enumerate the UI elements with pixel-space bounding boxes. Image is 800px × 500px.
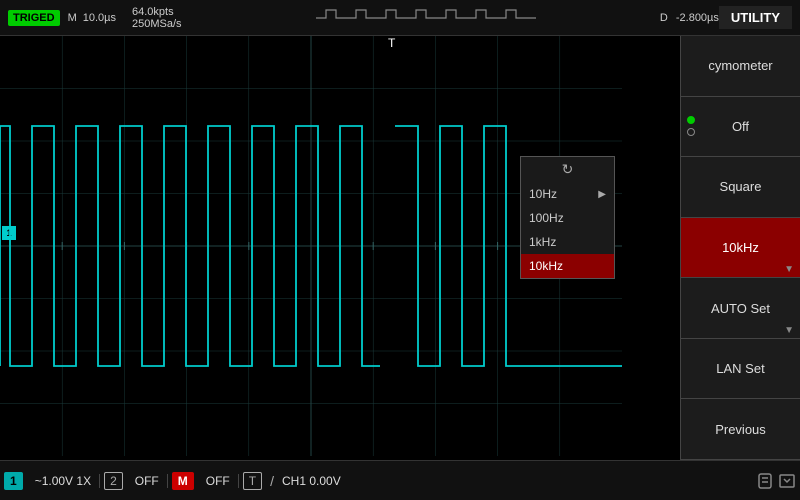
d-badge: D bbox=[660, 12, 668, 24]
time-div-display: 10.0µs bbox=[83, 12, 116, 24]
square-label: Square bbox=[720, 179, 762, 194]
previous-button[interactable]: Previous bbox=[681, 399, 800, 460]
lan-set-label: LAN Set bbox=[716, 361, 764, 376]
radio-off bbox=[687, 128, 695, 136]
ch1-info: ~1.00V 1X bbox=[27, 474, 100, 488]
ch1-detail: CH1 0.00V bbox=[274, 474, 349, 488]
utility-label: UTILITY bbox=[719, 6, 792, 29]
auto-set-button[interactable]: AUTO Set ▼ bbox=[681, 278, 800, 339]
scope-area: T 1 ↻ 10Hz ▶ 100Hz 1kHz 10kHz bbox=[0, 36, 622, 456]
bottom-bar: 1 ~1.00V 1X 2 OFF M OFF T / CH1 0.00V bbox=[0, 460, 800, 500]
waveform-preview bbox=[192, 4, 660, 32]
t-badge: T bbox=[243, 472, 262, 490]
freq-1khz[interactable]: 1kHz bbox=[521, 230, 614, 254]
cymometer-label: cymometer bbox=[708, 58, 772, 73]
ch1-number-badge: 1 bbox=[4, 472, 23, 490]
down-arrow-icon: ▼ bbox=[784, 264, 794, 275]
refresh-icon: ↻ bbox=[521, 157, 614, 182]
square-button[interactable]: Square bbox=[681, 157, 800, 218]
cymometer-button[interactable]: cymometer bbox=[681, 36, 800, 97]
sidebar: cymometer Off Square 10kHz ▼ AUTO Set ▼ … bbox=[680, 0, 800, 460]
freq-10hz[interactable]: 10Hz ▶ bbox=[521, 182, 614, 206]
radio-on bbox=[687, 116, 695, 124]
usb-icons bbox=[756, 472, 796, 490]
off-button[interactable]: Off bbox=[681, 97, 800, 158]
freq-select-button[interactable]: 10kHz ▼ bbox=[681, 218, 800, 279]
m-badge: M bbox=[172, 472, 194, 490]
triged-badge: TRIGED bbox=[8, 10, 60, 26]
down-arrow-icon-2: ▼ bbox=[784, 325, 794, 336]
auto-set-label: AUTO Set bbox=[711, 301, 770, 316]
time-offset-display: -2.800µs bbox=[676, 12, 719, 24]
freq-100hz[interactable]: 100Hz bbox=[521, 206, 614, 230]
lan-set-button[interactable]: LAN Set bbox=[681, 339, 800, 400]
sample-rate2-display: 250MSa/s bbox=[132, 18, 182, 30]
ch2-off-info: OFF bbox=[127, 474, 168, 488]
off-label: Off bbox=[732, 119, 749, 134]
freq-10khz[interactable]: 10kHz bbox=[521, 254, 614, 278]
previous-label: Previous bbox=[715, 422, 766, 437]
ch2-number-badge: 2 bbox=[104, 472, 123, 490]
m-off-info: OFF bbox=[198, 474, 239, 488]
radio-group bbox=[687, 116, 695, 136]
frequency-dropdown[interactable]: ↻ 10Hz ▶ 100Hz 1kHz 10kHz bbox=[520, 156, 615, 279]
top-bar: TRIGED M 10.0µs 64.0kpts 250MSa/s D -2.8… bbox=[0, 0, 800, 36]
freq-label: 10kHz bbox=[722, 240, 759, 255]
sample-rate-display: 64.0kpts bbox=[132, 6, 174, 18]
mode-display: M bbox=[68, 12, 77, 24]
